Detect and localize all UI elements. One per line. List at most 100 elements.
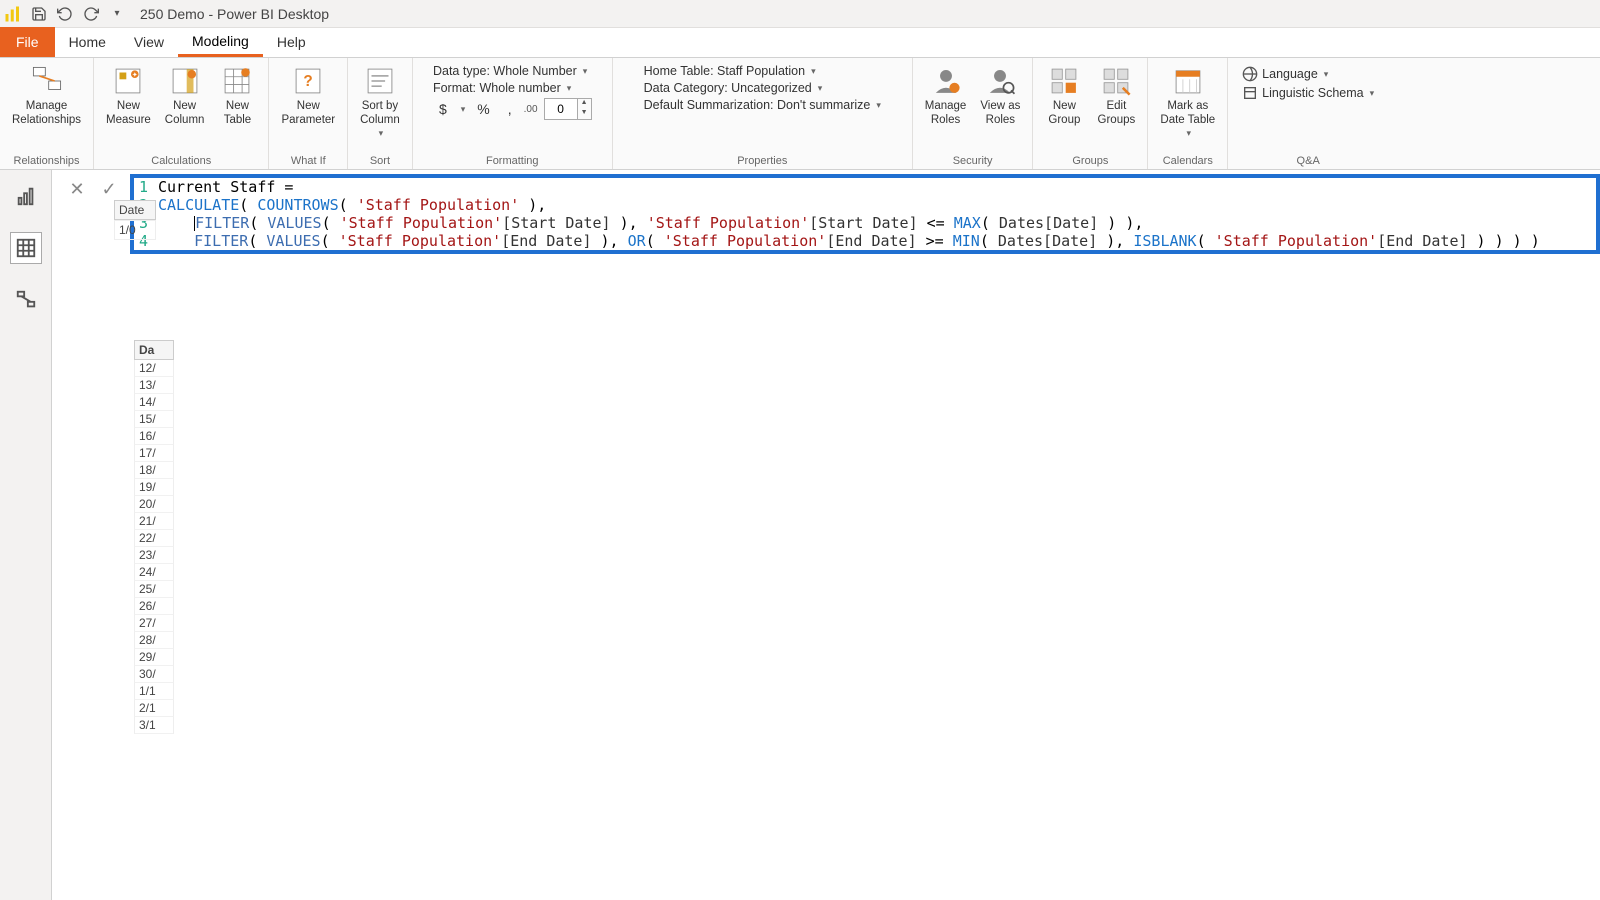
decimals-icon: .00 bbox=[524, 104, 538, 115]
home-tab[interactable]: Home bbox=[55, 27, 120, 57]
new-measure-button[interactable]: ✦ New Measure bbox=[100, 60, 157, 132]
code-line-4: FILTER( VALUES( 'Staff Population'[End D… bbox=[154, 232, 1596, 250]
data-cell: 3/1 bbox=[134, 717, 174, 734]
manage-roles-icon bbox=[929, 64, 963, 98]
table-icon bbox=[220, 64, 254, 98]
data-cell: 21/ bbox=[134, 513, 174, 530]
data-cell: 16/ bbox=[134, 428, 174, 445]
mark-date-table-button[interactable]: Mark as Date Table▾ bbox=[1154, 60, 1221, 142]
manage-roles-button[interactable]: Manage Roles bbox=[919, 60, 973, 132]
view-as-roles-button[interactable]: View as Roles bbox=[974, 60, 1026, 132]
calendar-icon bbox=[1171, 64, 1205, 98]
calculations-group-label: Calculations bbox=[100, 153, 262, 169]
main-area: ✕ ✓ 1Current Staff = 2CALCULATE( COUNTRO… bbox=[0, 170, 1600, 900]
data-view-button[interactable] bbox=[10, 232, 42, 264]
new-group-label: New Group bbox=[1048, 100, 1080, 128]
data-cell: 1/0 bbox=[114, 220, 156, 240]
view-tab[interactable]: View bbox=[120, 27, 178, 57]
data-cell: 25/ bbox=[134, 581, 174, 598]
summarization-label: Default Summarization: Don't summarize bbox=[644, 98, 871, 112]
schema-icon bbox=[1242, 85, 1258, 101]
data-cell: 15/ bbox=[134, 411, 174, 428]
view-as-roles-label: View as Roles bbox=[980, 100, 1020, 128]
help-tab[interactable]: Help bbox=[263, 27, 320, 57]
data-cell: 20/ bbox=[134, 496, 174, 513]
summarization-dropdown[interactable]: Default Summarization: Don't summarize▾ bbox=[644, 98, 881, 112]
comma-button[interactable]: , bbox=[502, 99, 518, 119]
qat-dropdown-icon[interactable]: ▾ bbox=[106, 3, 128, 25]
column-header-partial[interactable]: Da bbox=[134, 340, 174, 360]
mark-date-table-label: Mark as Date Table bbox=[1160, 100, 1215, 128]
ribbon-group-groups: New Group Edit Groups Groups bbox=[1033, 58, 1148, 169]
percent-button[interactable]: % bbox=[471, 99, 495, 119]
data-cell: 12/ bbox=[134, 360, 174, 377]
edit-groups-label: Edit Groups bbox=[1098, 100, 1136, 128]
view-as-icon bbox=[983, 64, 1017, 98]
ribbon: Manage Relationships Relationships ✦ New… bbox=[0, 58, 1600, 170]
caret-icon: ▾ bbox=[567, 83, 572, 94]
datatype-label: Data type: Whole Number bbox=[433, 64, 577, 78]
format-dropdown[interactable]: Format: Whole number▾ bbox=[433, 81, 592, 95]
ribbon-group-properties: Home Table: Staff Population▾ Data Categ… bbox=[613, 58, 913, 169]
home-table-label: Home Table: Staff Population bbox=[644, 64, 805, 78]
file-tab[interactable]: File bbox=[0, 27, 55, 57]
report-view-button[interactable] bbox=[10, 180, 42, 212]
datatype-dropdown[interactable]: Data type: Whole Number ▾ bbox=[433, 64, 592, 78]
svg-text:✦: ✦ bbox=[132, 71, 138, 79]
new-group-icon bbox=[1047, 64, 1081, 98]
formula-editor[interactable]: 1Current Staff = 2CALCULATE( COUNTROWS( … bbox=[130, 174, 1600, 254]
sort-by-column-button[interactable]: Sort by Column▾ bbox=[354, 60, 406, 142]
data-cell: 22/ bbox=[134, 530, 174, 547]
new-group-button[interactable]: New Group bbox=[1039, 60, 1089, 132]
cancel-formula-button[interactable]: ✕ bbox=[66, 178, 88, 200]
schema-label: Linguistic Schema bbox=[1262, 86, 1363, 100]
caret-icon: ▾ bbox=[379, 128, 384, 139]
data-column-peek: Da 12/13/14/15/16/17/18/19/20/21/22/23/2… bbox=[134, 340, 174, 734]
data-category-dropdown[interactable]: Data Category: Uncategorized▾ bbox=[644, 81, 881, 95]
save-button[interactable] bbox=[28, 3, 50, 25]
new-column-label: New Column bbox=[165, 100, 205, 128]
relationships-group-label: Relationships bbox=[6, 153, 87, 169]
undo-button[interactable] bbox=[54, 3, 76, 25]
new-column-button[interactable]: New Column bbox=[159, 60, 211, 132]
spin-up-icon[interactable]: ▲ bbox=[578, 99, 591, 109]
quick-access-toolbar: ▾ bbox=[28, 3, 128, 25]
manage-relationships-label: Manage Relationships bbox=[12, 100, 81, 128]
whatif-group-label: What If bbox=[275, 153, 341, 169]
formula-bar: ✕ ✓ 1Current Staff = 2CALCULATE( COUNTRO… bbox=[52, 170, 1600, 258]
caret-icon: ▾ bbox=[583, 66, 588, 77]
redo-button[interactable] bbox=[80, 3, 102, 25]
currency-button[interactable]: $ bbox=[433, 99, 453, 119]
data-cell: 18/ bbox=[134, 462, 174, 479]
new-table-button[interactable]: New Table bbox=[212, 60, 262, 132]
menu-tabs: File Home View Modeling Help bbox=[0, 28, 1600, 58]
spin-down-icon[interactable]: ▼ bbox=[578, 109, 591, 119]
ribbon-group-calendars: Mark as Date Table▾ Calendars bbox=[1148, 58, 1228, 169]
edit-groups-button[interactable]: Edit Groups bbox=[1091, 60, 1141, 132]
data-cell: 2/1 bbox=[134, 700, 174, 717]
column-header[interactable]: Date bbox=[114, 200, 156, 220]
data-cell: 27/ bbox=[134, 615, 174, 632]
view-switcher bbox=[0, 170, 52, 900]
language-dropdown[interactable]: Language▾ bbox=[1242, 66, 1374, 82]
groups-group-label: Groups bbox=[1039, 153, 1141, 169]
code-line-2: CALCULATE( COUNTROWS( 'Staff Population'… bbox=[154, 196, 1596, 214]
data-cell: 14/ bbox=[134, 394, 174, 411]
relationships-icon bbox=[30, 64, 64, 98]
data-cell: 17/ bbox=[134, 445, 174, 462]
measure-icon: ✦ bbox=[111, 64, 145, 98]
model-view-button[interactable] bbox=[10, 284, 42, 316]
decimal-places-input[interactable] bbox=[545, 99, 577, 119]
globe-icon bbox=[1242, 66, 1258, 82]
decimal-places-stepper[interactable]: ▲▼ bbox=[544, 98, 592, 120]
home-table-dropdown[interactable]: Home Table: Staff Population▾ bbox=[644, 64, 881, 78]
calendars-group-label: Calendars bbox=[1154, 153, 1221, 169]
commit-formula-button[interactable]: ✓ bbox=[98, 178, 120, 200]
manage-relationships-button[interactable]: Manage Relationships bbox=[6, 60, 87, 132]
linguistic-schema-dropdown[interactable]: Linguistic Schema▾ bbox=[1242, 85, 1374, 101]
code-line-1: Current Staff = bbox=[154, 178, 1596, 196]
app-icon bbox=[4, 5, 22, 23]
modeling-tab[interactable]: Modeling bbox=[178, 27, 263, 57]
window-title: 250 Demo - Power BI Desktop bbox=[140, 6, 329, 22]
new-parameter-button[interactable]: ? New Parameter bbox=[275, 60, 341, 132]
